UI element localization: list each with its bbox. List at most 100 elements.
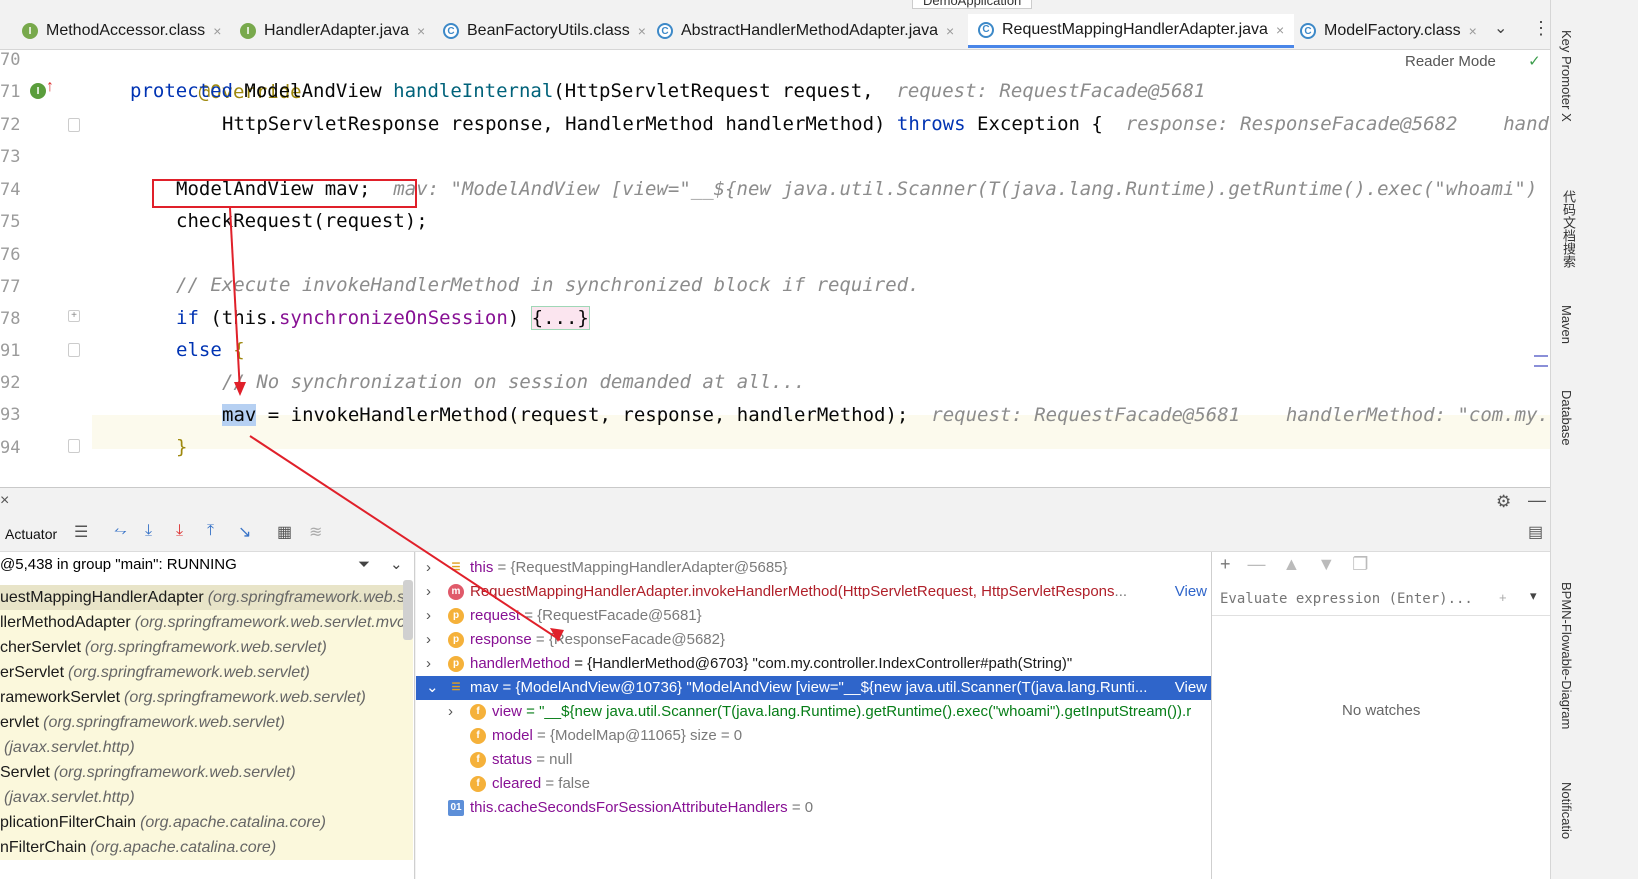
move-down-icon[interactable]: ▼ (1317, 554, 1335, 574)
chevron-right-icon[interactable]: › (448, 700, 462, 724)
remove-watch-icon[interactable]: — (1248, 554, 1266, 574)
stack-frame[interactable]: cherServlet (org.springframework.web.serv… (0, 635, 413, 660)
scrollbar-marker[interactable] (1534, 355, 1548, 367)
class-icon: C (657, 23, 673, 39)
right-tool-sidebar: Key Promoter X 代码文档搜索 Maven Database BPM… (1550, 0, 1638, 879)
layout-icon[interactable]: ▤ (1528, 522, 1543, 542)
evaluate-icon[interactable]: ▦ (277, 522, 292, 542)
stack-frame[interactable]: plicationFilterChain (org.apache.catalina… (0, 810, 413, 835)
close-icon[interactable]: × (638, 23, 646, 39)
chevron-right-icon[interactable]: › (426, 556, 440, 580)
stack-frame[interactable]: rameworkServlet (org.springframework.web.… (0, 685, 413, 710)
stack-frame[interactable]: ervlet (org.springframework.web.servlet) (0, 710, 413, 735)
close-icon[interactable]: × (0, 492, 9, 510)
fold-icon[interactable] (68, 118, 80, 132)
stack-frame[interactable]: (javax.servlet.http) (0, 785, 413, 810)
sidebar-item-bpmn[interactable]: BPMN-Flowable-Diagram (1559, 582, 1574, 729)
line-number: 94 (0, 438, 21, 458)
sidebar-item-database[interactable]: Database (1559, 390, 1574, 446)
tab-abstracthandlermethodadapter[interactable]: C AbstractHandlerMethodAdapter.java × (657, 14, 954, 48)
variable-row[interactable]: › p request = {RequestFacade@5681} (416, 604, 1211, 628)
chevron-right-icon[interactable]: › (426, 580, 440, 604)
chevron-right-icon[interactable]: › (426, 652, 440, 676)
trace-icon[interactable]: ≋ (309, 522, 322, 542)
move-up-icon[interactable]: ▲ (1283, 554, 1301, 574)
stack-frame[interactable]: Servlet (org.springframework.web.servlet) (0, 760, 413, 785)
frames-scrollbar[interactable] (403, 580, 413, 640)
code-editor[interactable]: 70 71 72 73 74 75 76 77 78 91 92 93 94 I… (0, 50, 1550, 487)
variable-row[interactable]: › ☰ this = {RequestMappingHandlerAdapter@5… (416, 556, 1211, 580)
fold-icon[interactable] (68, 343, 80, 357)
step-over-icon[interactable]: ⤓ (145, 522, 152, 540)
tab-beanfactoryutils[interactable]: C BeanFactoryUtils.class × (443, 14, 646, 48)
variable-row[interactable]: f cleared = false (416, 772, 1211, 796)
view-link[interactable]: View (1170, 580, 1207, 604)
folded-block[interactable]: {...} (530, 306, 590, 330)
code-line-92: // No synchronization on session demande… (222, 366, 805, 398)
stack-frame[interactable]: uestMappingHandlerAdapter (org.springfram… (0, 585, 413, 610)
minimize-icon[interactable]: — (1528, 490, 1546, 511)
variable-name: handlerMethod (470, 655, 571, 672)
evaluate-expression-field[interactable]: + ▾ (1212, 582, 1550, 616)
variable-row[interactable]: ⌄ ☰ mav = {ModelAndView@10736} "ModelAndVi… (416, 676, 1211, 700)
gear-icon[interactable]: ⚙ (1496, 492, 1511, 512)
close-icon[interactable]: × (1276, 22, 1284, 38)
sidebar-item-maven[interactable]: Maven (1559, 305, 1574, 344)
stack-frame[interactable]: erServlet (org.springframework.web.servle… (0, 660, 413, 685)
tabs-dropdown-icon[interactable]: ⌄ (1494, 18, 1507, 38)
variable-text: this = {RequestMappingHandlerAdapter@568… (470, 556, 788, 580)
thread-selector[interactable]: @5,438 in group "main": RUNNING ⏷ ⌄ (0, 552, 413, 578)
chevron-right-icon[interactable]: › (426, 628, 440, 652)
variable-row[interactable]: › m RequestMappingHandlerAdapter.invokeHan… (416, 580, 1211, 604)
close-icon[interactable]: × (213, 23, 221, 39)
variable-name: status (492, 751, 533, 768)
variable-row[interactable]: › p handlerMethod = {HandlerMethod@6703} "… (416, 652, 1211, 676)
chevron-right-icon[interactable]: › (426, 604, 440, 628)
variable-row[interactable]: 01 this.cacheSecondsForSessionAttributeHa… (416, 796, 1211, 820)
tab-requestmappinghandleradapter[interactable]: C RequestMappingHandlerAdapter.java × (968, 14, 1295, 48)
fold-icon[interactable] (68, 439, 80, 453)
run-config-label[interactable]: DemoApplication (912, 0, 1033, 9)
interface-icon: I (240, 23, 256, 39)
sidebar-item-doc-search[interactable]: 代码文档搜索 (1559, 190, 1578, 268)
chevron-down-icon[interactable]: ⌄ (426, 676, 440, 700)
more-options-icon[interactable]: ⋮ (1532, 18, 1550, 39)
variable-row[interactable]: f model = {ModelMap@11065} size = 0 (416, 724, 1211, 748)
variable-value: = {ResponseFacade@5682} (531, 631, 726, 648)
list-icon[interactable]: ☰ (74, 522, 88, 542)
close-icon[interactable]: × (1469, 23, 1477, 39)
add-to-watches-icon[interactable]: + (1499, 590, 1507, 605)
filter-icon[interactable]: ⏷ (358, 552, 370, 578)
show-execution-point-icon[interactable]: ⥊ (114, 522, 127, 540)
actuator-tab[interactable]: Actuator (5, 526, 57, 542)
close-icon[interactable]: × (417, 23, 425, 39)
stack-frame[interactable]: (javax.servlet.http) (0, 735, 413, 760)
evaluate-input[interactable] (1220, 588, 1490, 610)
reader-mode-toggle[interactable]: Reader Mode ✓ (1405, 52, 1541, 70)
tab-methodaccessor[interactable]: I MethodAccessor.class × (22, 14, 221, 48)
selected-variable[interactable]: mav (222, 404, 257, 426)
close-icon[interactable]: × (946, 23, 954, 39)
chevron-down-icon[interactable]: ▾ (1530, 588, 1537, 604)
copy-icon[interactable]: ❐ (1352, 554, 1368, 574)
variable-value: ... (1114, 583, 1128, 600)
sidebar-item-notifications[interactable]: Notificatio (1559, 782, 1574, 839)
variable-row[interactable]: › p response = {ResponseFacade@5682} (416, 628, 1211, 652)
view-link[interactable]: View (1170, 676, 1207, 700)
tab-handleradapter[interactable]: I HandlerAdapter.java × (240, 14, 425, 48)
fold-icon[interactable]: + (68, 310, 80, 322)
add-watch-icon[interactable]: + (1220, 554, 1231, 574)
implement-arrow-icon[interactable]: ↑ (46, 78, 54, 96)
sidebar-item-key-promoter[interactable]: Key Promoter X (1559, 30, 1574, 122)
step-out-icon[interactable]: ⤒ (207, 522, 214, 540)
exception-token: Exception { (977, 113, 1103, 135)
chevron-down-icon[interactable]: ⌄ (390, 552, 403, 578)
variable-row[interactable]: › f view = "__${new java.util.Scanner(T(ja… (416, 700, 1211, 724)
tab-modelfactory[interactable]: C ModelFactory.class × (1300, 14, 1477, 48)
stack-frame[interactable]: nFilterChain (org.apache.catalina.core) (0, 835, 413, 860)
variable-row[interactable]: f status = null (416, 748, 1211, 772)
override-gutter-icon[interactable]: I (30, 83, 46, 99)
step-into-icon[interactable]: ⤓ (176, 522, 183, 540)
run-to-cursor-icon[interactable]: ↘ (238, 522, 251, 542)
stack-frame[interactable]: llerMethodAdapter (org.springframework.we… (0, 610, 413, 635)
